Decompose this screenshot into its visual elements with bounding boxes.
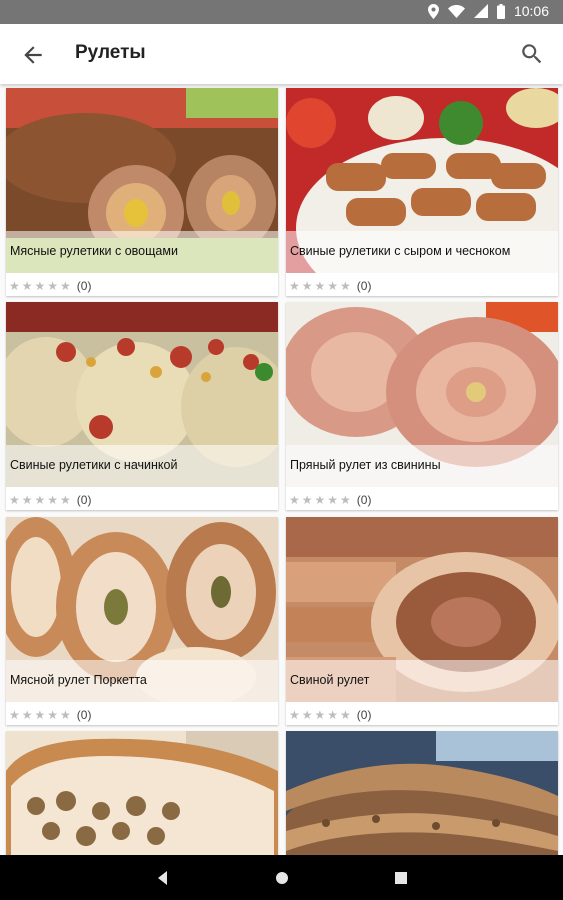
rating-count: (0) xyxy=(356,493,372,507)
battery-icon xyxy=(496,3,505,19)
recipe-caption: Свиные рулетики с начинкой xyxy=(6,445,278,487)
recipe-caption: Свиной рулет xyxy=(286,660,558,702)
recipe-title: Свиные рулетики с сыром и чесноком xyxy=(290,244,511,258)
rating-count: (0) xyxy=(76,493,92,507)
recipe-title: Мясной рулет Поркетта xyxy=(10,673,147,687)
recipe-card[interactable]: Свиные рулетики с начинкой ★★★★★ (0) xyxy=(6,302,278,510)
recipe-card[interactable]: Свиной рулет ★★★★★ (0) xyxy=(286,517,558,725)
rating-stars: ★★★★★ (0) xyxy=(289,493,372,507)
rating-stars: ★★★★★ (0) xyxy=(9,708,92,722)
rating-count: (0) xyxy=(356,279,372,293)
rating-count: (0) xyxy=(76,708,92,722)
recipe-card[interactable]: Мясные рулетики с овощами ★★★★★ (0) xyxy=(6,88,278,296)
recipe-card[interactable] xyxy=(286,731,558,855)
recipe-title: Пряный рулет из свинины xyxy=(290,458,441,472)
status-icons: 10:06 xyxy=(427,3,549,19)
nav-recents-icon[interactable] xyxy=(391,868,411,888)
wifi-icon xyxy=(447,4,465,18)
recipe-grid: Мясные рулетики с овощами ★★★★★ (0) Свины… xyxy=(0,85,563,855)
rating-stars: ★★★★★ (0) xyxy=(289,708,372,722)
recipe-card[interactable]: Пряный рулет из свинины ★★★★★ (0) xyxy=(286,302,558,510)
recipe-image xyxy=(6,731,278,855)
rating-stars: ★★★★★ (0) xyxy=(289,279,372,293)
rating-stars: ★★★★★ (0) xyxy=(9,493,92,507)
recipe-caption: Свиные рулетики с сыром и чесноком xyxy=(286,231,558,273)
recipe-title: Мясные рулетики с овощами xyxy=(10,244,178,258)
recipe-title: Свиные рулетики с начинкой xyxy=(10,458,178,472)
recipe-caption: Пряный рулет из свинины xyxy=(286,445,558,487)
signal-icon xyxy=(473,4,488,18)
location-icon xyxy=(427,3,439,19)
nav-back-icon[interactable] xyxy=(153,868,173,888)
recipe-caption: Мясные рулетики с овощами xyxy=(6,231,278,273)
rating-count: (0) xyxy=(356,708,372,722)
recipe-title: Свиной рулет xyxy=(290,673,370,687)
app-bar: Рулеты xyxy=(0,24,563,84)
status-time: 10:06 xyxy=(513,3,549,19)
page-title: Рулеты xyxy=(75,42,146,63)
recipe-image xyxy=(286,731,558,855)
status-bar: 10:06 xyxy=(0,0,563,24)
recipe-card[interactable]: Мясной рулет Поркетта ★★★★★ (0) xyxy=(6,517,278,725)
rating-stars: ★★★★★ (0) xyxy=(9,279,92,293)
system-nav-bar xyxy=(0,855,563,900)
recipe-caption: Мясной рулет Поркетта xyxy=(6,660,278,702)
search-icon[interactable] xyxy=(519,41,545,67)
nav-home-icon[interactable] xyxy=(272,868,292,888)
recipe-card[interactable] xyxy=(6,731,278,855)
recipe-card[interactable]: Свиные рулетики с сыром и чесноком ★★★★★… xyxy=(286,88,558,296)
rating-count: (0) xyxy=(76,279,92,293)
arrow-back-icon[interactable] xyxy=(20,42,46,68)
